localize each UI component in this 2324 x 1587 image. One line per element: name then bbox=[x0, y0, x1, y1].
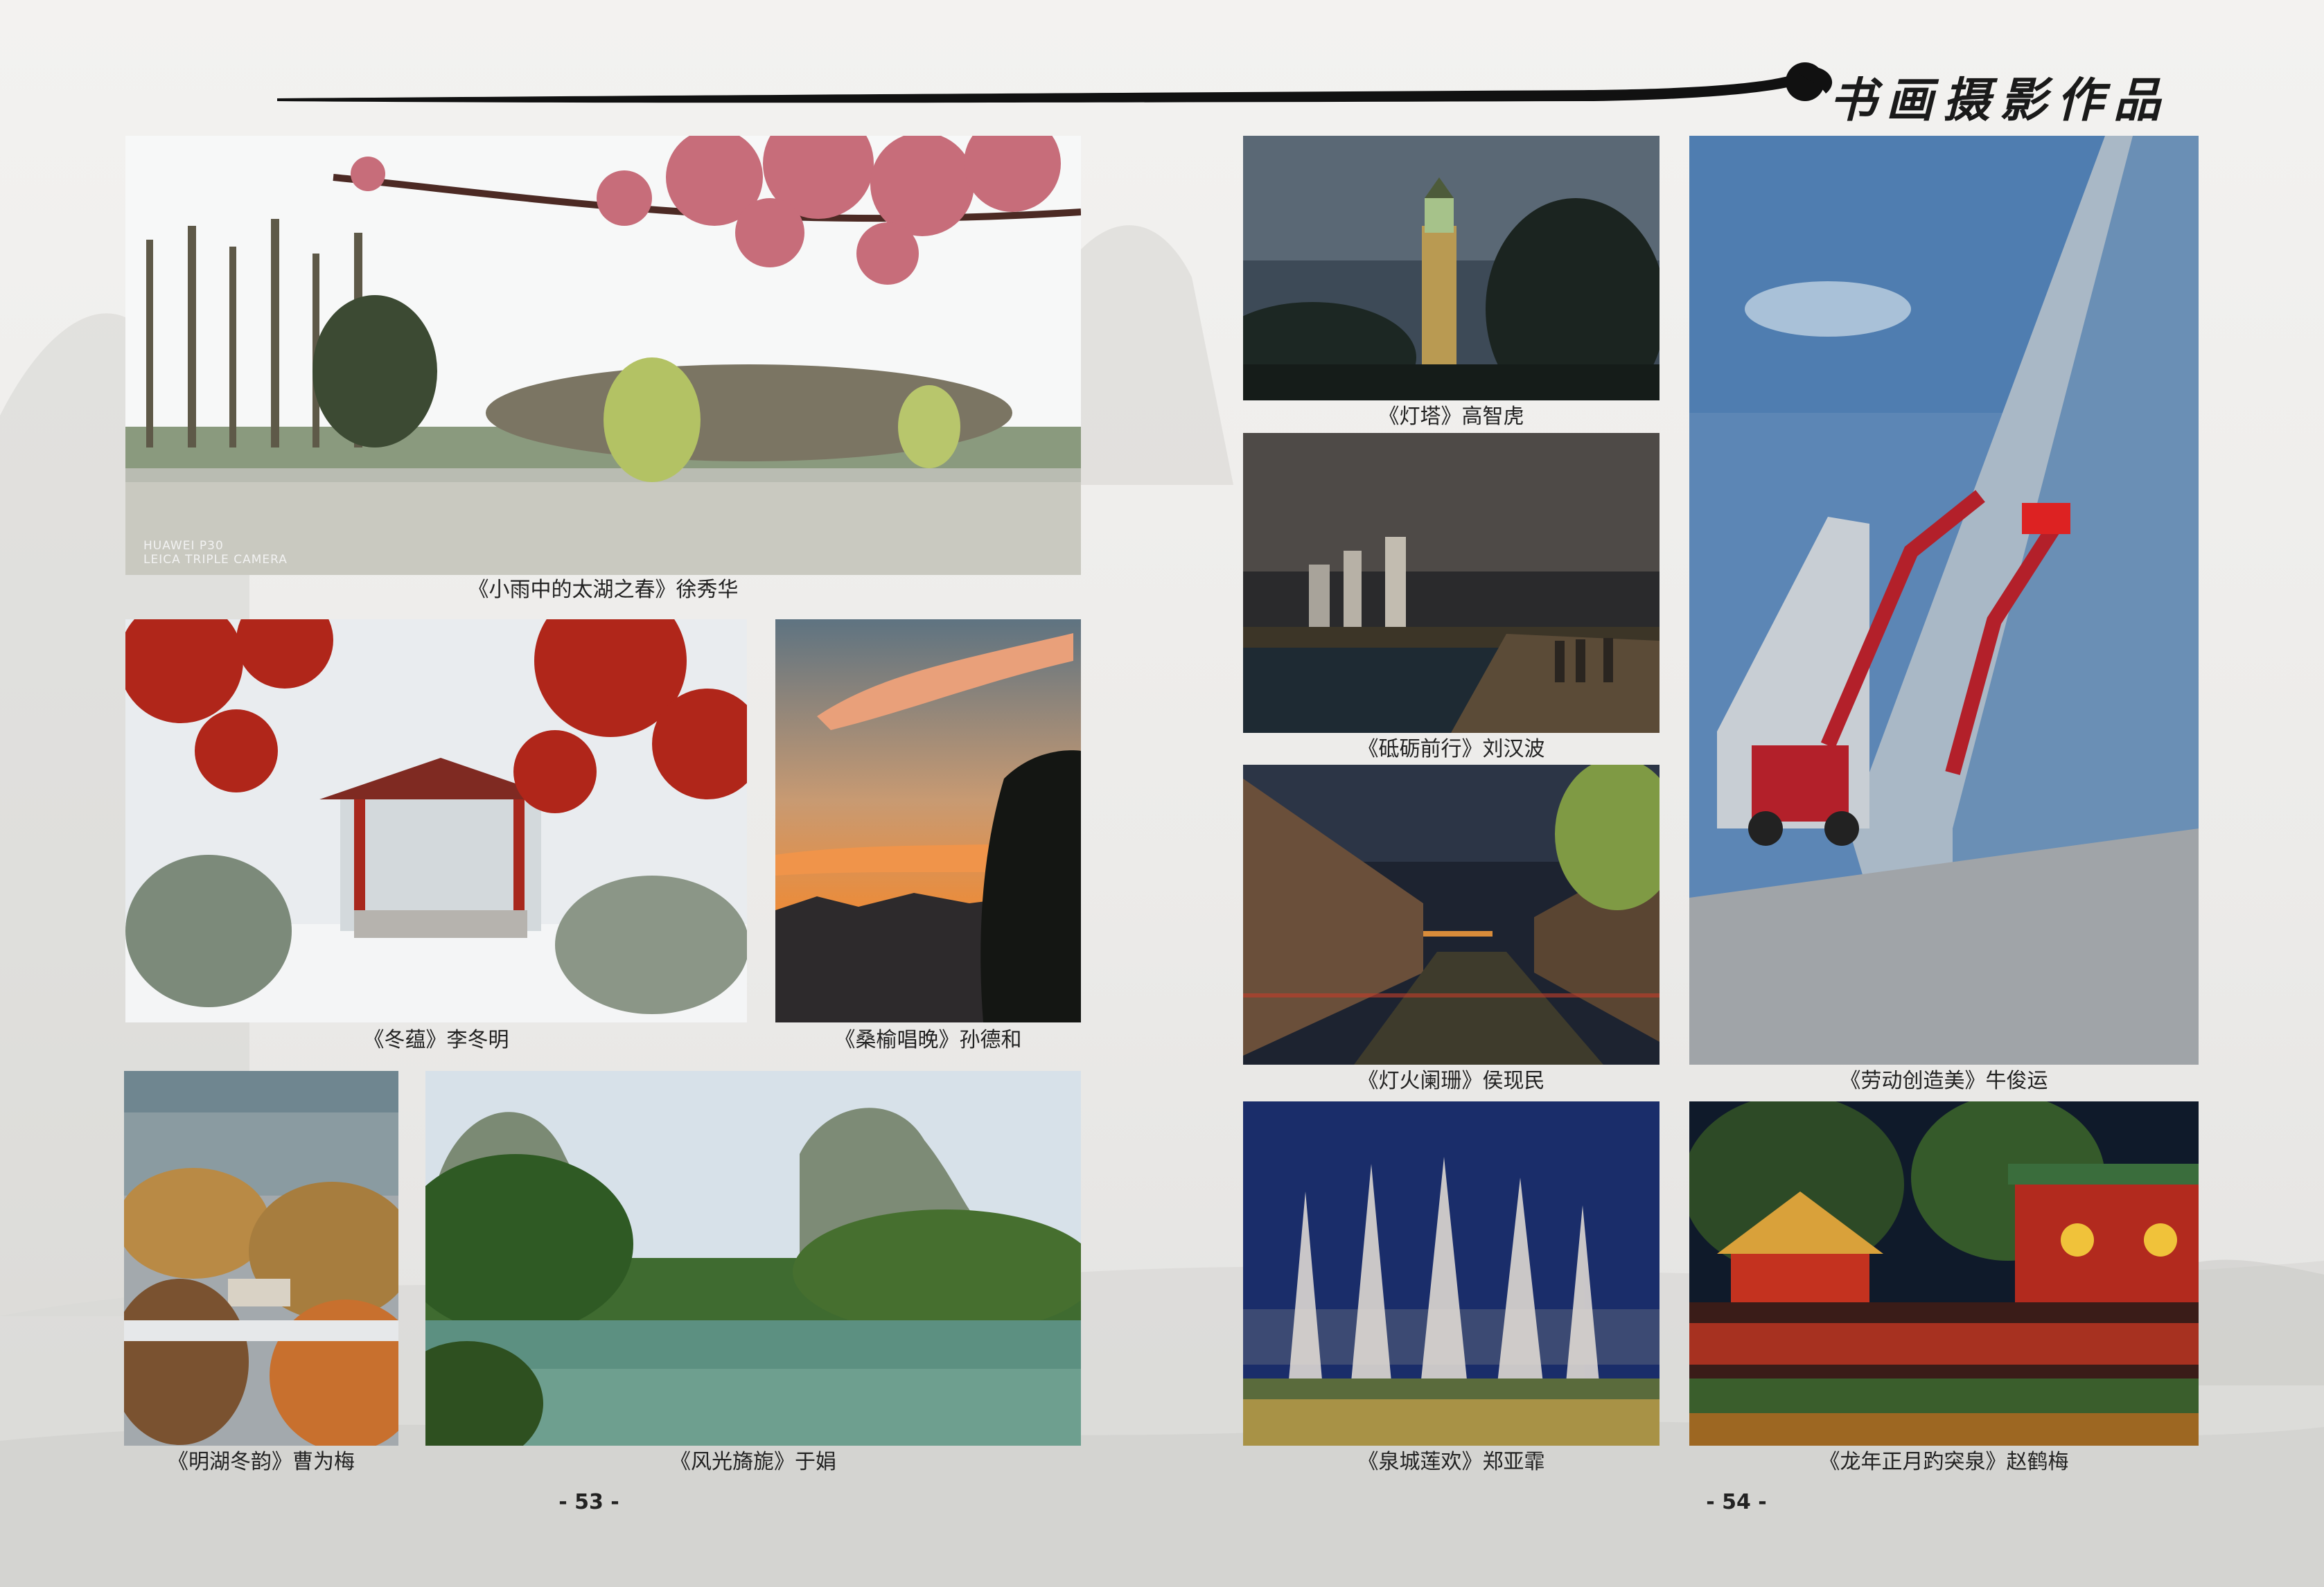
photo-karst-lake bbox=[425, 1071, 1081, 1446]
page-number-left: - 53 - bbox=[558, 1490, 619, 1514]
exhibition-title: 书画摄影作品展 bbox=[1829, 73, 2171, 190]
caption-fountain-show: 《泉城莲欢》郑亚霏 bbox=[1357, 1450, 1545, 1474]
photo-fountain-show bbox=[1243, 1101, 1660, 1446]
photo-canal-night bbox=[1243, 765, 1660, 1065]
caption-baotu-spring-lanterns: 《龙年正月趵突泉》赵鹤梅 bbox=[1819, 1450, 2069, 1474]
caption-canal-night: 《灯火阑珊》侯现民 bbox=[1357, 1069, 1545, 1093]
caption-minghu-winter: 《明湖冬韵》曹为梅 bbox=[168, 1450, 355, 1474]
caption-night-promenade: 《砥砺前行》刘汉波 bbox=[1357, 737, 1545, 761]
caption-winter-pavilion: 《冬蕴》李冬明 bbox=[363, 1028, 509, 1052]
caption-lighthouse: 《灯塔》高智虎 bbox=[1378, 405, 1524, 429]
caption-sunset: 《桑榆唱晚》孙德和 bbox=[834, 1028, 1022, 1052]
page-number-right: - 54 - bbox=[1706, 1490, 1767, 1514]
photo-night-promenade bbox=[1243, 433, 1660, 733]
caption-glass-facade-lift: 《劳动创造美》牛俊运 bbox=[1840, 1069, 2048, 1093]
caption-taihu-spring: 《小雨中的太湖之春》徐秀华 bbox=[468, 578, 739, 602]
camera-watermark: HUAWEI P30 LEICA TRIPLE CAMERA bbox=[143, 539, 288, 567]
photo-baotu-spring-lanterns bbox=[1689, 1101, 2199, 1446]
photo-glass-facade-lift bbox=[1689, 136, 2199, 1065]
photo-lighthouse bbox=[1243, 136, 1660, 400]
photo-sunset bbox=[775, 619, 1081, 1022]
caption-karst-lake: 《风光旖旎》于娟 bbox=[670, 1450, 836, 1474]
photo-taihu-spring: HUAWEI P30 LEICA TRIPLE CAMERA bbox=[125, 136, 1081, 575]
photo-winter-pavilion bbox=[125, 619, 747, 1022]
header-brush-stroke bbox=[277, 62, 1833, 103]
photo-minghu-winter bbox=[124, 1071, 398, 1446]
